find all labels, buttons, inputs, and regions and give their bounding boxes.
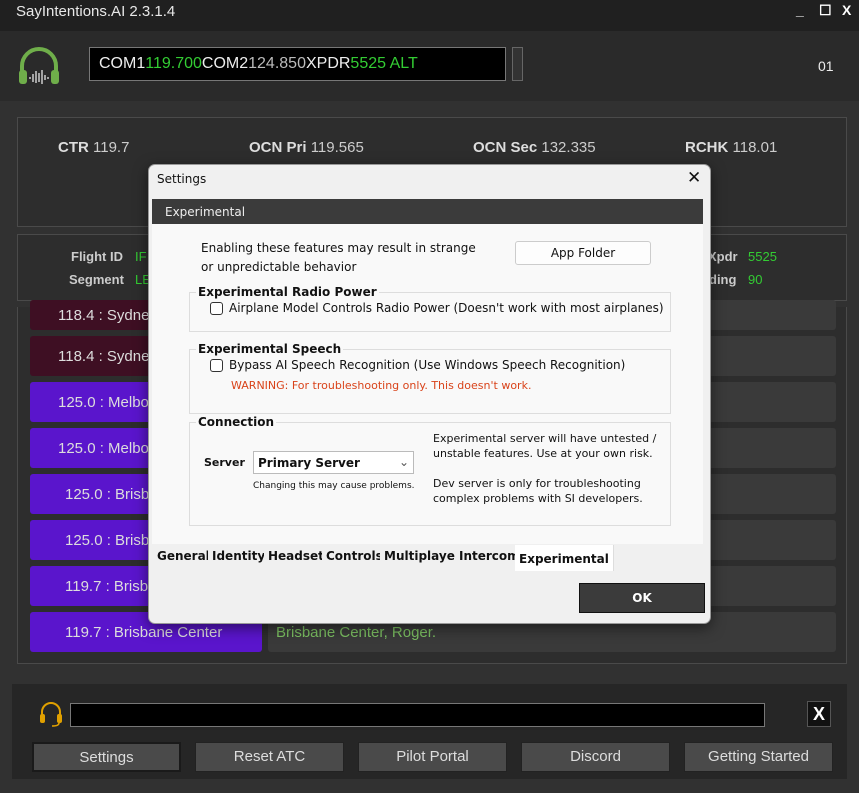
note-line: unstable features. Use at your own risk.	[433, 447, 653, 460]
counter: 01	[818, 58, 834, 74]
headset-icon[interactable]	[38, 701, 64, 728]
freq-label: RCHK	[685, 139, 729, 156]
com1-label: COM1	[99, 55, 146, 72]
flight-id-value: IF	[135, 249, 147, 264]
note-line: Experimental server will have untested /	[433, 432, 657, 445]
group-legend: Connection	[198, 415, 275, 429]
freq-rchk[interactable]: RCHK 118.01	[685, 139, 777, 156]
maximize-button[interactable]: ☐	[819, 2, 832, 19]
ok-button[interactable]: OK	[579, 583, 705, 613]
dialog-close-icon[interactable]: ✕	[687, 168, 701, 188]
com2-label: COM2	[201, 55, 249, 72]
reset-atc-button[interactable]: Reset ATC	[195, 742, 344, 772]
radio-power-group: Experimental Radio Power Airplane Model …	[189, 285, 671, 332]
speech-option[interactable]: Bypass AI Speech Recognition (Use Window…	[210, 358, 670, 372]
checkbox[interactable]	[210, 302, 223, 315]
checkbox-label: Bypass AI Speech Recognition (Use Window…	[229, 358, 626, 372]
app-folder-button[interactable]: App Folder	[515, 241, 651, 265]
note-line: Dev server is only for troubleshooting	[433, 477, 641, 490]
tab-experimental[interactable]: Experimental	[515, 545, 614, 571]
dialog-title: Settings	[157, 172, 207, 186]
freq-label: CTR	[58, 139, 89, 156]
group-legend: Experimental Radio Power	[198, 285, 377, 299]
section-header: Experimental	[152, 199, 703, 224]
freq-ocn-pri[interactable]: OCN Pri 119.565	[249, 139, 364, 156]
freq-value: 119.565	[310, 139, 364, 156]
server-hint: Changing this may cause problems.	[253, 481, 415, 491]
tab-identity[interactable]: Identity	[208, 545, 271, 567]
radio-power-option[interactable]: Airplane Model Controls Radio Power (Doe…	[210, 301, 670, 315]
chevron-down-icon: ⌄	[398, 455, 409, 469]
speech-group: Experimental Speech Bypass AI Speech Rec…	[189, 342, 671, 414]
xpdr-label: XPDR	[305, 55, 351, 72]
tab-general[interactable]: General	[153, 545, 215, 567]
discord-button[interactable]: Discord	[521, 742, 670, 772]
intro-line: or unpredictable behavior	[201, 260, 357, 274]
group-legend: Experimental Speech	[198, 342, 342, 356]
settings-dialog: Settings ✕ Experimental Enabling these f…	[148, 164, 711, 624]
message-input[interactable]	[70, 703, 765, 727]
volume-slider[interactable]	[512, 47, 523, 81]
heading-value: 90	[748, 272, 763, 287]
server-label: Server	[204, 456, 245, 469]
freq-value: 119.7	[93, 139, 130, 156]
tab-controls[interactable]: Controls	[322, 545, 388, 567]
server-value: Primary Server	[258, 456, 360, 470]
freq-ctr[interactable]: CTR 119.7	[58, 139, 129, 156]
logo-icon	[19, 47, 59, 84]
xpdr-info-label: Xpdr	[708, 249, 738, 264]
note-line: complex problems with SI developers.	[433, 492, 643, 505]
freq-value: 132.335	[541, 139, 596, 156]
settings-button[interactable]: Settings	[32, 742, 181, 772]
minimize-button[interactable]: _	[796, 2, 804, 18]
xpdr-value: 5525 ALT	[350, 55, 418, 72]
freq-label: OCN Pri	[249, 139, 307, 156]
radio-display: COM1 119.700 COM2 124.850 XPDR 5525 ALT	[89, 47, 506, 81]
getting-started-button[interactable]: Getting Started	[684, 742, 833, 772]
segment-label: Segment	[69, 272, 124, 287]
flight-id-label: Flight ID	[71, 249, 123, 264]
server-note: Experimental server will have untested /…	[433, 431, 656, 506]
checkbox[interactable]	[210, 359, 223, 372]
server-select[interactable]: Primary Server ⌄	[253, 451, 414, 474]
freq-label: OCN Sec	[473, 139, 538, 156]
com2-freq: 124.850	[248, 55, 306, 72]
com1-freq: 119.700	[145, 55, 202, 72]
app-title: SayIntentions.AI 2.3.1.4	[16, 3, 176, 20]
xpdr-info-value: 5525	[748, 249, 777, 264]
pilot-portal-button[interactable]: Pilot Portal	[358, 742, 507, 772]
checkbox-label: Airplane Model Controls Radio Power (Doe…	[229, 301, 664, 315]
warning-text: WARNING: For troubleshooting only. This …	[231, 379, 532, 392]
close-button[interactable]: X	[842, 2, 851, 18]
freq-value: 118.01	[732, 139, 778, 156]
intro-line: Enabling these features may result in st…	[201, 241, 476, 255]
clear-button[interactable]: X	[807, 701, 831, 727]
tab-multiplayer[interactable]: Multiplayer	[380, 545, 466, 567]
freq-ocn-sec[interactable]: OCN Sec 132.335	[473, 139, 596, 156]
intro-text: Enabling these features may result in st…	[201, 239, 476, 277]
heading-label: ding	[709, 272, 737, 287]
tab-headset[interactable]: Headset	[264, 545, 329, 567]
